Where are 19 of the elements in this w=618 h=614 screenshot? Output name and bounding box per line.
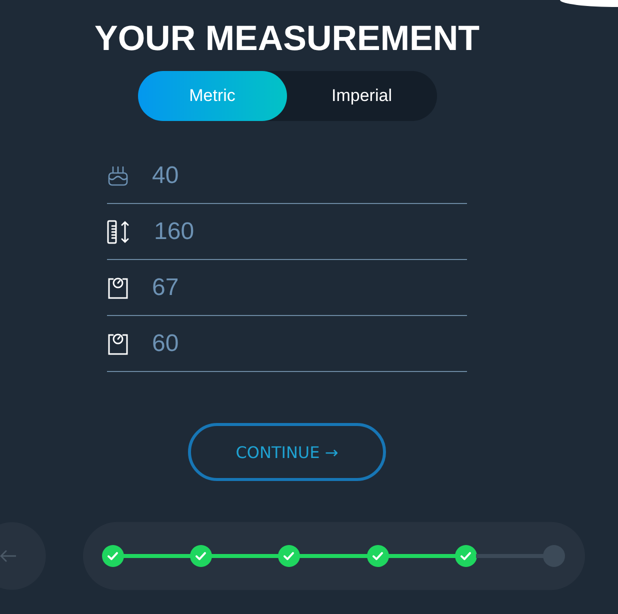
input-field[interactable]: 160 — [154, 216, 467, 248]
cake-icon — [107, 164, 129, 186]
progress-connector — [299, 554, 368, 558]
input-field[interactable]: 67 — [152, 272, 467, 304]
back-button[interactable] — [0, 522, 46, 590]
input-field[interactable]: 40 — [152, 160, 467, 192]
continue-button[interactable]: CONTINUE → — [188, 423, 386, 481]
unit-tab[interactable]: Imperial — [287, 71, 436, 121]
unit-tab[interactable]: Metric — [138, 71, 287, 121]
ruler-arrow-icon — [107, 220, 131, 244]
page-title: YOUR MEASUREMENT — [94, 18, 480, 60]
progress-connector — [123, 554, 192, 558]
arrow-left-icon — [0, 550, 16, 562]
scale-icon — [107, 276, 129, 298]
input-field[interactable]: 60 — [152, 328, 467, 360]
progress-connector — [211, 554, 280, 558]
scale-icon — [107, 332, 129, 354]
disc-drawing — [560, 0, 618, 7]
progress-connector — [388, 554, 456, 558]
